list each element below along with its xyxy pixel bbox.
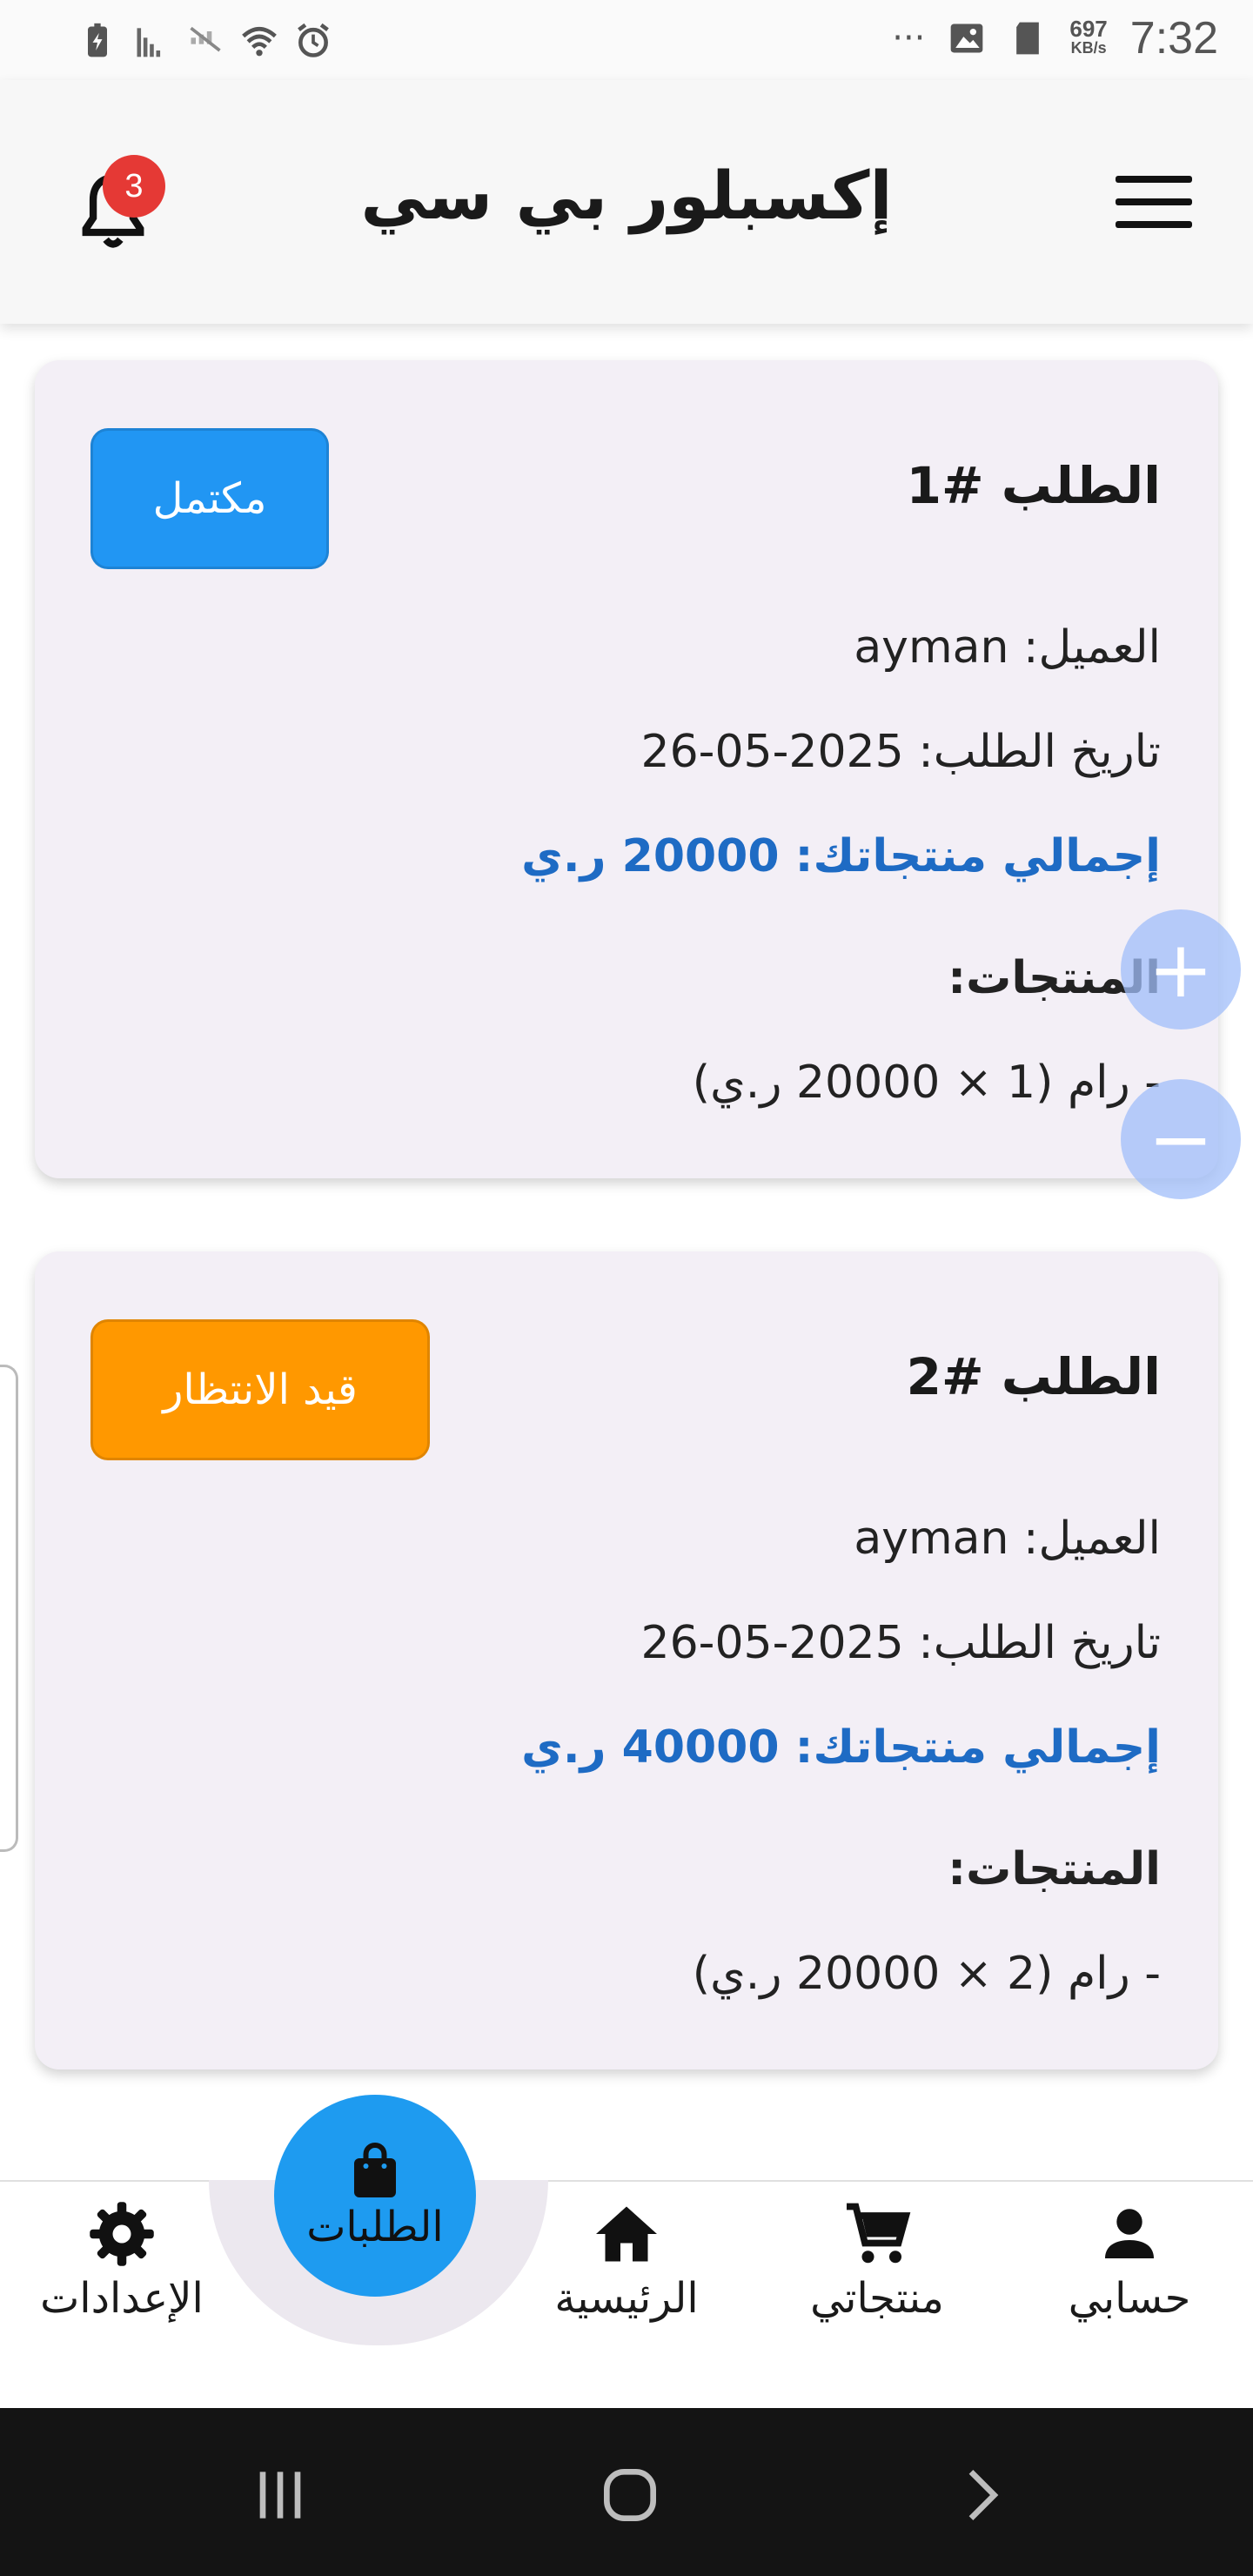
- order-date: تاريخ الطلب: 2025-05-26: [640, 1617, 1162, 1669]
- shopping-bag-icon: [354, 2142, 396, 2197]
- order-status-badge[interactable]: قيد الانتظار: [90, 1319, 430, 1460]
- wifi-icon: [242, 26, 277, 57]
- battery-charging-icon: [88, 23, 107, 57]
- system-home-icon[interactable]: [595, 2460, 665, 2530]
- app-bar: 3 إكسبلور بي سي: [0, 80, 1253, 324]
- order-product-item: - رام (1 × 20000 ر.ي): [692, 1057, 1161, 1109]
- sd-card-icon: [1016, 22, 1040, 55]
- order-card[interactable]: الطلب #1 مكتمل العميل: ayman تاريخ الطلب…: [35, 360, 1218, 1178]
- zoom-in-button[interactable]: +: [1121, 909, 1241, 1030]
- system-navigation-bar: [0, 2408, 1253, 2576]
- nav-item-home[interactable]: الرئيسية: [513, 2197, 740, 2323]
- notification-count-badge: 3: [103, 155, 165, 218]
- network-speed: 697 KB/s: [1069, 16, 1108, 57]
- image-icon: [951, 23, 983, 53]
- network-speed-value: 697: [1069, 16, 1108, 42]
- order-customer: العميل: ayman: [854, 1513, 1161, 1565]
- cart-icon: [847, 2203, 911, 2264]
- orders-list[interactable]: الطلب #1 مكتمل العميل: ayman تاريخ الطلب…: [0, 324, 1253, 2182]
- zoom-out-button[interactable]: −: [1121, 1079, 1241, 1199]
- order-total: إجمالي منتجاتك: 20000 ر.ي: [521, 830, 1161, 882]
- status-time: 7:32: [1129, 13, 1218, 64]
- order-date: تاريخ الطلب: 2025-05-26: [640, 726, 1162, 778]
- status-icons-right: ··· 697 KB/s 7:32: [892, 10, 1218, 66]
- order-total-value: 40000: [621, 1721, 780, 1774]
- person-icon: [1105, 2209, 1154, 2258]
- order-total-label: إجمالي منتجاتك:: [794, 1721, 1161, 1774]
- order-total: إجمالي منتجاتك: 40000 ر.ي: [521, 1721, 1161, 1774]
- signal-icon: [137, 28, 161, 57]
- order-products-label: المنتجات:: [948, 1843, 1161, 1895]
- order-customer: العميل: ayman: [854, 621, 1161, 674]
- nav-item-orders[interactable]: الطلبات: [274, 2095, 476, 2297]
- app-title: إكسبلور بي سي: [360, 157, 893, 234]
- nav-label-home: الرئيسية: [554, 2274, 699, 2323]
- recent-apps-icon[interactable]: [245, 2460, 315, 2530]
- order-total-currency: ر.ي: [521, 1721, 606, 1774]
- nav-label-account: حسابي: [1068, 2274, 1191, 2323]
- hamburger-icon: [1116, 176, 1192, 183]
- order-total-value: 20000: [621, 830, 780, 882]
- status-bar: ··· 697 KB/s 7:32: [0, 0, 1253, 80]
- nav-label-settings: الإعدادات: [40, 2274, 204, 2323]
- no-signal-icon: [190, 26, 221, 52]
- nav-item-account[interactable]: حسابي: [1016, 2197, 1243, 2323]
- order-number: الطلب #1: [906, 456, 1161, 515]
- bottom-navigation: حسابي منتجاتي الرئيسية الطلبات الإعدادات: [0, 2095, 1253, 2410]
- nav-label-orders: الطلبات: [306, 2203, 444, 2251]
- back-icon[interactable]: [945, 2460, 1015, 2530]
- menu-button[interactable]: [1116, 176, 1192, 235]
- app-screen: ··· 697 KB/s 7:32 3 إكسبلور بي سي الطلب …: [0, 0, 1253, 2576]
- nav-label-my-products: منتجاتي: [810, 2274, 944, 2323]
- order-number: الطلب #2: [906, 1347, 1161, 1406]
- order-total-label: إجمالي منتجاتك:: [794, 830, 1161, 882]
- alarm-icon: [298, 23, 329, 57]
- more-notifications-icon: ···: [892, 18, 926, 58]
- order-product-item: - رام (2 × 20000 ر.ي): [692, 1948, 1161, 2000]
- nav-item-my-products[interactable]: منتجاتي: [764, 2197, 990, 2323]
- status-icons-left: [78, 17, 332, 64]
- order-status-badge[interactable]: مكتمل: [90, 428, 329, 569]
- order-total-currency: ر.ي: [521, 830, 606, 882]
- home-icon: [596, 2206, 657, 2262]
- order-card[interactable]: الطلب #2 قيد الانتظار العميل: ayman تاري…: [35, 1251, 1218, 2070]
- edge-panel-handle[interactable]: [0, 1365, 18, 1852]
- gear-icon: [90, 2202, 154, 2266]
- nav-item-settings[interactable]: الإعدادات: [9, 2197, 235, 2323]
- network-speed-unit: KB/s: [1070, 39, 1107, 57]
